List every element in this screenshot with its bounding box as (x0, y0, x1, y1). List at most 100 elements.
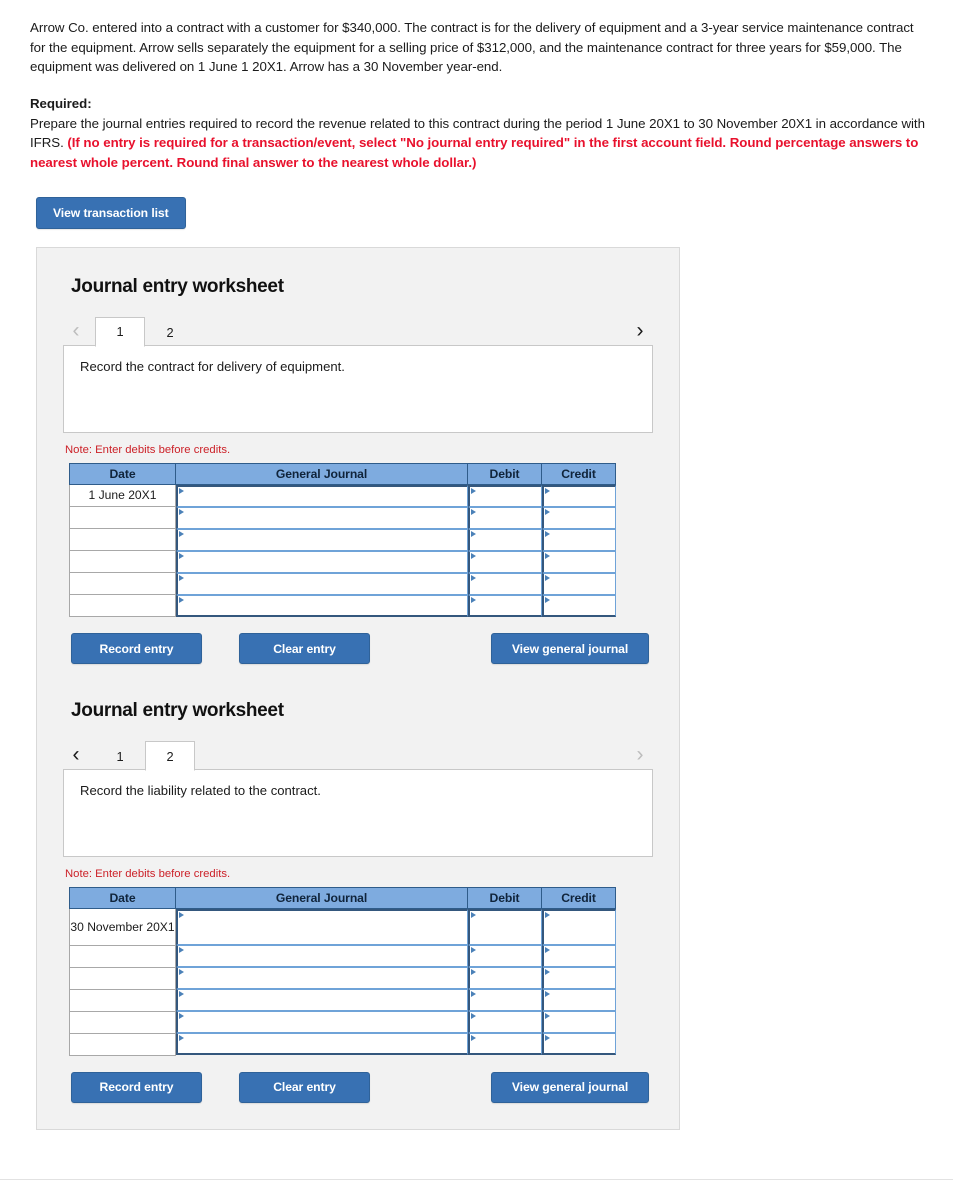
account-select-field[interactable] (176, 484, 468, 507)
cell-date (69, 528, 176, 552)
column-header-credit: Credit (541, 462, 616, 485)
cell-credit (541, 989, 616, 1012)
account-select-field[interactable] (176, 594, 468, 617)
tab-2[interactable]: 2 (145, 741, 195, 772)
column-header-general-journal: General Journal (175, 887, 468, 910)
account-select-field[interactable] (176, 528, 468, 551)
cell-date: 30 November 20X1 (69, 908, 176, 946)
credit-input-field[interactable] (541, 572, 616, 595)
debit-input-field[interactable] (467, 528, 542, 551)
record-entry-button[interactable]: Record entry (71, 1071, 202, 1103)
table-row (69, 528, 616, 552)
cell-credit (541, 1011, 616, 1034)
account-select-field[interactable] (176, 967, 468, 990)
credit-input-field[interactable] (541, 594, 616, 617)
debit-input-field[interactable] (467, 989, 542, 1012)
worksheet-title: Journal entry worksheet (71, 700, 284, 722)
cell-general_journal (176, 506, 468, 529)
journal-entry-table: Date General Journal Debit Credit 1 June 20X… (69, 462, 616, 618)
view-general-journal-button[interactable]: View general journal (491, 633, 649, 665)
account-select-field[interactable] (176, 550, 468, 573)
table-row (69, 944, 616, 968)
account-select-field[interactable] (176, 909, 468, 946)
view-general-journal-button[interactable]: View general journal (491, 1071, 649, 1103)
account-select-field[interactable] (176, 1033, 468, 1056)
record-entry-button[interactable]: Record entry (71, 633, 202, 665)
chevron-left-icon: ‹ (72, 318, 80, 342)
chevron-right-container: › (627, 744, 653, 770)
journal-entry-panel: Journal entry worksheet ‹ 1 2 › Record the co… (36, 246, 680, 1130)
page-root: Arrow Co. entered into a contract with a… (0, 0, 953, 1130)
cell-debit (467, 1011, 542, 1034)
account-select-field[interactable] (176, 572, 468, 595)
cell-general_journal (176, 528, 468, 551)
credit-input-field[interactable] (541, 506, 616, 529)
credit-input-field[interactable] (541, 1033, 616, 1056)
worksheet-description: Record the contract for delivery of equi… (63, 344, 653, 433)
cell-debit (467, 945, 542, 968)
table-row (69, 506, 616, 530)
credit-input-field[interactable] (541, 989, 616, 1012)
worksheet-tabs: 12 (95, 316, 195, 347)
credit-input-field[interactable] (541, 945, 616, 968)
debits-before-credits-note: Note: Enter debits before credits. (65, 868, 231, 881)
debit-input-field[interactable] (467, 909, 542, 946)
cell-credit (541, 1033, 616, 1056)
cell-debit (467, 528, 542, 551)
worksheet-actions: Record entry Clear entry View general jour… (71, 1071, 649, 1103)
account-select-field[interactable] (176, 506, 468, 529)
debit-input-field[interactable] (467, 506, 542, 529)
debit-input-field[interactable] (467, 572, 542, 595)
debit-input-field[interactable] (467, 1033, 542, 1056)
credit-input-field[interactable] (541, 1011, 616, 1034)
debit-input-field[interactable] (467, 1011, 542, 1034)
cell-debit (467, 484, 542, 507)
account-select-field[interactable] (176, 1011, 468, 1034)
column-header-general-journal: General Journal (175, 462, 468, 485)
table-header-row: Date General Journal Debit Credit (69, 887, 616, 910)
clear-entry-button[interactable]: Clear entry (239, 1071, 370, 1103)
debit-input-field[interactable] (467, 550, 542, 573)
cell-general_journal (176, 989, 468, 1012)
debit-input-field[interactable] (467, 594, 542, 617)
credit-input-field[interactable] (541, 909, 616, 946)
clear-entry-button[interactable]: Clear entry (239, 633, 370, 665)
account-select-field[interactable] (176, 945, 468, 968)
cell-debit (467, 572, 542, 595)
debit-input-field[interactable] (467, 484, 542, 507)
worksheet-description: Record the liability related to the cont… (63, 769, 653, 858)
tab-1[interactable]: 1 (95, 741, 145, 771)
credit-input-field[interactable] (541, 550, 616, 573)
cell-credit (541, 506, 616, 529)
table-row: 1 June 20X1 (69, 483, 616, 508)
debit-input-field[interactable] (467, 967, 542, 990)
table-row (69, 966, 616, 990)
cell-date (69, 1032, 176, 1056)
tab-1[interactable]: 1 (95, 316, 145, 347)
cell-date (69, 1010, 176, 1034)
chevron-left-icon[interactable]: ‹ (63, 744, 89, 770)
chevron-right-icon[interactable]: › (627, 320, 653, 346)
view-transaction-list-button[interactable]: View transaction list (36, 196, 186, 229)
tab-2[interactable]: 2 (145, 317, 195, 347)
cell-general_journal (176, 1011, 468, 1034)
credit-input-field[interactable] (541, 967, 616, 990)
credit-input-field[interactable] (541, 484, 616, 507)
table-row (69, 572, 616, 596)
required-instructions-emphasis: (If no entry is required for a transacti… (30, 135, 919, 171)
chevron-right-container: › (627, 320, 653, 346)
debit-input-field[interactable] (467, 945, 542, 968)
table-row (69, 988, 616, 1012)
cell-date (69, 572, 176, 596)
worksheet-tabstrip: ‹ 1 2 › (63, 738, 653, 772)
debits-before-credits-note: Note: Enter debits before credits. (65, 443, 231, 456)
credit-input-field[interactable] (541, 528, 616, 551)
column-header-date: Date (69, 887, 176, 910)
cell-date (69, 944, 176, 968)
cell-credit (541, 967, 616, 990)
account-select-field[interactable] (176, 989, 468, 1012)
cell-debit (467, 550, 542, 573)
cell-credit (541, 945, 616, 968)
journal-entry-table: Date General Journal Debit Credit 30 Novembe… (69, 887, 616, 1056)
cell-date (69, 966, 176, 990)
